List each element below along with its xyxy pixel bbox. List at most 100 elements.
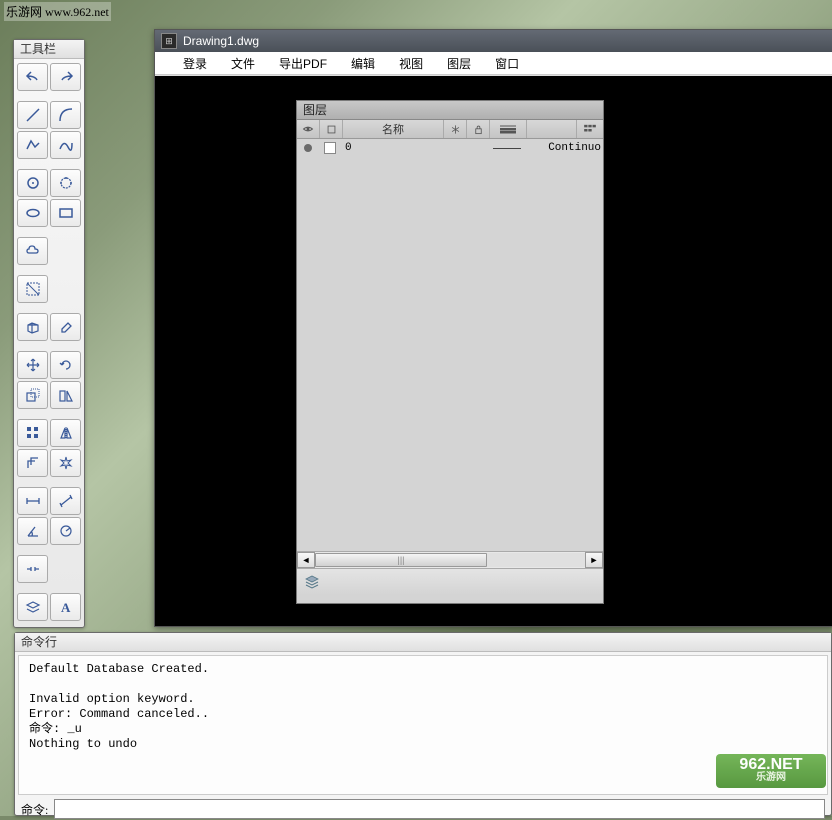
command-output: Default Database Created. Invalid option… xyxy=(18,655,828,795)
menu-window[interactable]: 窗口 xyxy=(487,53,527,74)
circle-3pt-button[interactable] xyxy=(50,169,81,197)
layer-list: 0 Continuo xyxy=(297,139,603,551)
dimension-radius-button[interactable] xyxy=(50,517,81,545)
command-input-row: 命令: xyxy=(15,798,831,820)
menu-file[interactable]: 文件 xyxy=(223,53,263,74)
site-logo: 962.NET 乐游网 xyxy=(716,754,826,788)
col-settings[interactable] xyxy=(577,120,603,138)
menu-layer[interactable]: 图层 xyxy=(439,53,479,74)
eye-icon xyxy=(302,123,314,135)
box3d-icon xyxy=(25,319,41,335)
tool-palette-body: A xyxy=(14,59,84,625)
dimension-aligned-icon xyxy=(58,493,74,509)
line-icon xyxy=(25,107,41,123)
menu-view[interactable]: 视图 xyxy=(391,53,431,74)
menu-export-pdf[interactable]: 导出PDF xyxy=(271,53,335,74)
undo-button[interactable] xyxy=(17,63,48,91)
select-window-button[interactable] xyxy=(17,275,48,303)
line-button[interactable] xyxy=(17,101,48,129)
scroll-thumb[interactable]: ||| xyxy=(315,553,487,567)
rectangle-button[interactable] xyxy=(50,199,81,227)
mirror-button[interactable] xyxy=(50,419,81,447)
break-icon xyxy=(25,561,41,577)
col-name[interactable]: 名称 xyxy=(343,120,444,138)
arc-button[interactable] xyxy=(50,101,81,129)
polyline-button[interactable] xyxy=(17,131,48,159)
redo-icon xyxy=(58,69,74,85)
layer-name: 0 xyxy=(341,142,445,154)
col-freeze[interactable] xyxy=(444,120,467,138)
layer-stack-button[interactable] xyxy=(303,573,321,591)
erase-button[interactable] xyxy=(50,313,81,341)
mirror-icon xyxy=(58,425,74,441)
dimension-radius-icon xyxy=(58,523,74,539)
logo-big: 962.NET xyxy=(739,758,802,771)
select-window-icon xyxy=(25,281,41,297)
col-lock[interactable] xyxy=(467,120,490,138)
layer-header: 名称 xyxy=(297,120,603,139)
dimension-angular-button[interactable] xyxy=(17,517,48,545)
spline-button[interactable] xyxy=(50,131,81,159)
col-visibility[interactable] xyxy=(297,120,320,138)
offset-icon xyxy=(25,455,41,471)
rotate-button[interactable] xyxy=(50,351,81,379)
menu-edit[interactable]: 编辑 xyxy=(343,53,383,74)
scroll-right-button[interactable]: ► xyxy=(585,552,603,568)
box3d-button[interactable] xyxy=(17,313,48,341)
color-swatch-icon xyxy=(324,142,336,154)
break-button[interactable] xyxy=(17,555,48,583)
menu-login[interactable]: 登录 xyxy=(175,53,215,74)
source-watermark: 乐游网 www.962.net xyxy=(4,2,111,21)
rotate-icon xyxy=(58,357,74,373)
layers-icon xyxy=(25,599,41,615)
svg-text:A: A xyxy=(61,600,71,615)
app-titlebar[interactable]: ⊞ Drawing1.dwg xyxy=(155,30,832,52)
scale-icon xyxy=(25,387,41,403)
app-title: Drawing1.dwg xyxy=(183,30,259,52)
logo-small: 乐游网 xyxy=(756,771,786,784)
move-button[interactable] xyxy=(17,351,48,379)
lineweight-icon xyxy=(499,124,517,134)
offset-button[interactable] xyxy=(17,449,48,477)
layer-panel: 图层 名称 0 Continuo ◄ ||| xyxy=(296,100,604,604)
menubar: 登录 文件 导出PDF 编辑 视图 图层 窗口 xyxy=(155,52,832,75)
col-lineweight[interactable] xyxy=(490,120,527,138)
command-window-title: 命令行 xyxy=(15,633,831,652)
visibility-dot-icon xyxy=(304,144,312,152)
array-button[interactable] xyxy=(17,419,48,447)
command-input[interactable] xyxy=(54,799,825,819)
cloud-button[interactable] xyxy=(17,237,48,265)
ellipse-icon xyxy=(25,205,41,221)
ellipse-button[interactable] xyxy=(17,199,48,227)
explode-button[interactable] xyxy=(50,449,81,477)
scale-button[interactable] xyxy=(17,381,48,409)
app-icon: ⊞ xyxy=(161,33,177,49)
array-icon xyxy=(25,425,41,441)
dimension-linear-button[interactable] xyxy=(17,487,48,515)
explode-icon xyxy=(58,455,74,471)
mirror-scale-button[interactable] xyxy=(50,381,81,409)
circle-icon xyxy=(25,175,41,191)
command-prompt-label: 命令: xyxy=(21,801,48,818)
scroll-left-button[interactable]: ◄ xyxy=(297,552,315,568)
command-window: 命令行 Default Database Created. Invalid op… xyxy=(14,632,832,816)
layer-hscroll[interactable]: ◄ ||| ► xyxy=(297,551,603,568)
redo-button[interactable] xyxy=(50,63,81,91)
col-edit[interactable] xyxy=(320,120,343,138)
text-icon: A xyxy=(58,599,74,615)
layer-row[interactable]: 0 Continuo xyxy=(297,139,603,157)
undo-icon xyxy=(25,69,41,85)
layer-panel-title[interactable]: 图层 xyxy=(297,101,603,120)
layers-button[interactable] xyxy=(17,593,48,621)
settings-icon xyxy=(583,124,597,134)
layer-footer xyxy=(297,568,603,595)
scroll-track[interactable]: ||| xyxy=(315,553,585,567)
tool-palette: 工具栏 xyxy=(13,39,85,628)
arc-icon xyxy=(58,107,74,123)
cloud-icon xyxy=(25,243,41,259)
layer-linetype: Continuo xyxy=(545,142,603,154)
circle-button[interactable] xyxy=(17,169,48,197)
dimension-aligned-button[interactable] xyxy=(50,487,81,515)
text-button[interactable]: A xyxy=(50,593,81,621)
mirror-scale-icon xyxy=(58,387,74,403)
